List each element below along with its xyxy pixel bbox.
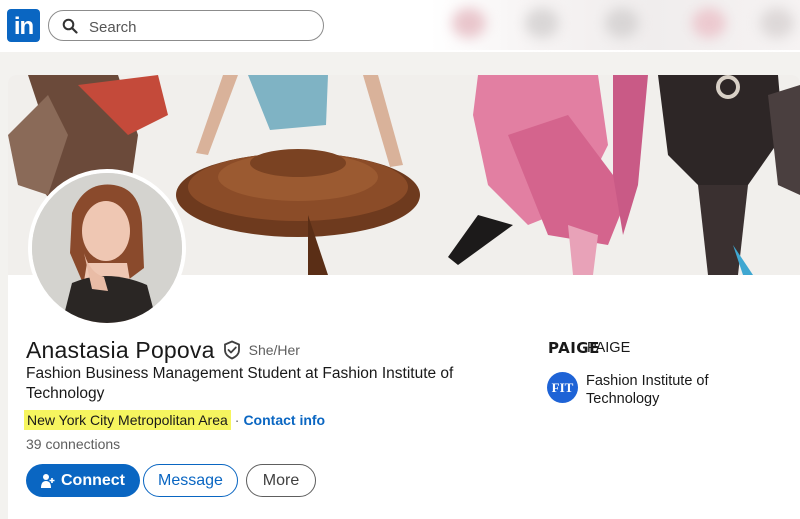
contact-info-link[interactable]: Contact info <box>243 412 325 428</box>
profile-card: Anastasia Popova She/Her Fashion Busines… <box>8 75 800 519</box>
school-name[interactable]: Fashion Institute of Technology <box>586 372 736 408</box>
message-button[interactable]: Message <box>143 464 238 497</box>
blurred-nav-items <box>430 0 800 50</box>
location-row: New York City Metropolitan Area · Contac… <box>24 409 325 431</box>
search-input[interactable] <box>87 15 311 39</box>
connections-count: 39 connections <box>26 436 121 452</box>
more-button-label: More <box>262 471 300 489</box>
profile-name: Anastasia Popova <box>26 336 215 363</box>
location-text: New York City Metropolitan Area <box>24 410 231 430</box>
company-name[interactable]: PAIGE <box>587 340 630 356</box>
pronouns: She/Her <box>248 342 300 358</box>
top-nav: in <box>0 0 800 52</box>
profile-photo[interactable] <box>28 169 186 327</box>
name-row: Anastasia Popova She/Her <box>26 335 300 365</box>
profile-headline: Fashion Business Management Student at F… <box>26 365 454 402</box>
connect-button-label: Connect <box>61 471 125 489</box>
search-box[interactable] <box>48 10 324 41</box>
message-button-label: Message <box>158 471 223 489</box>
separator-dot: · <box>234 412 240 428</box>
school-logo[interactable]: FIT <box>547 372 578 403</box>
verified-shield-icon[interactable] <box>222 340 242 360</box>
connect-button[interactable]: Connect <box>26 464 140 497</box>
more-button[interactable]: More <box>246 464 316 497</box>
profile-photo-art <box>32 173 182 323</box>
add-person-icon <box>41 473 55 488</box>
linkedin-logo[interactable]: in <box>7 9 40 42</box>
search-icon <box>62 18 78 34</box>
